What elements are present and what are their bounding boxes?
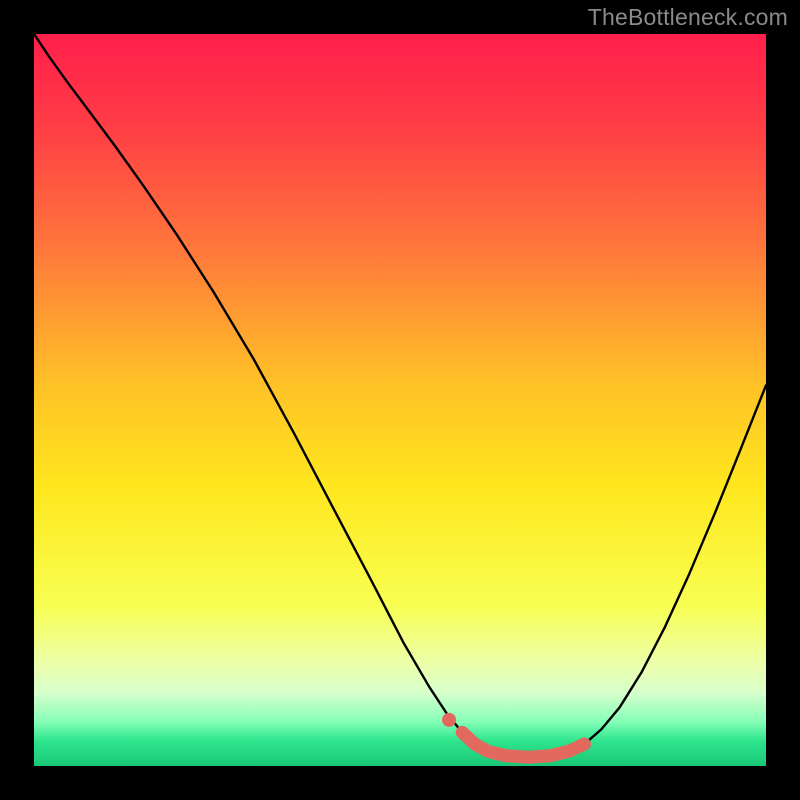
watermark-text: TheBottleneck.com [588,4,788,31]
plot-area [34,34,766,766]
chart-frame: TheBottleneck.com [0,0,800,800]
gradient-background [34,34,766,766]
bottleneck-chart [34,34,766,766]
optimal-range-start-dot [442,713,456,727]
